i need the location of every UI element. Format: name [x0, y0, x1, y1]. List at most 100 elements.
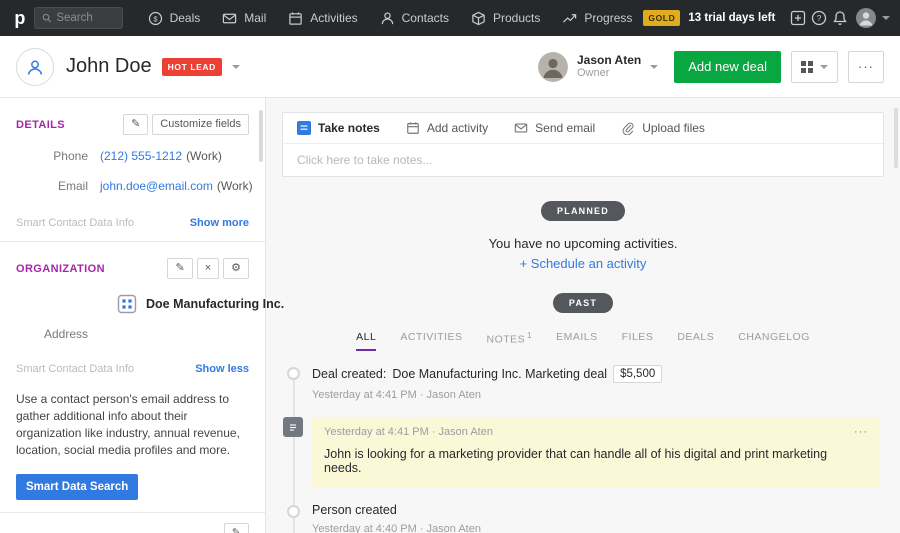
tab-add-activity[interactable]: Add activity	[406, 121, 488, 135]
layout-switcher-button[interactable]	[791, 50, 838, 83]
chevron-down-icon	[650, 64, 659, 69]
nav-products[interactable]: Products	[460, 0, 551, 36]
nav-progress[interactable]: Progress	[551, 0, 643, 36]
paperclip-icon	[622, 122, 634, 135]
timeline-item-note: Yesterday at 4:41 PM · Jason Aten ··· Jo…	[276, 416, 880, 487]
smart-contact-data-info: Smart Contact Data Info	[16, 363, 134, 376]
contact-sidebar: DETAILS ✎ Customize fields Phone (212) 5…	[0, 98, 284, 533]
note-body: John is looking for a marketing provider…	[324, 446, 828, 475]
organization-name-link[interactable]: Doe Manufacturing Inc.	[146, 297, 284, 311]
unlink-organization-button[interactable]: ×	[196, 258, 220, 280]
tab-upload-files[interactable]: Upload files	[621, 121, 705, 135]
owner-selector[interactable]: Jason Aten Owner	[537, 51, 659, 82]
phone-field-row: Phone (212) 555-1212 (Work)	[16, 147, 249, 165]
timeline-item-person-created: Person created Yesterday at 4:40 PM · Ja…	[276, 503, 880, 533]
notifications-button[interactable]	[830, 0, 851, 36]
timeline-marker	[287, 366, 300, 380]
tab-take-notes[interactable]: Take notes	[297, 121, 380, 135]
mail-icon	[514, 123, 528, 133]
edit-section-button[interactable]: ✎	[223, 522, 249, 533]
filter-changelog[interactable]: CHANGELOG	[738, 331, 810, 351]
details-section-title: DETAILS	[16, 118, 66, 131]
help-button[interactable]: ?	[809, 0, 830, 36]
mail-icon	[223, 13, 237, 23]
calendar-icon	[289, 11, 303, 25]
hot-lead-badge[interactable]: HOT LEAD	[161, 57, 222, 76]
nav-products-label: Products	[492, 11, 541, 25]
search-icon	[42, 13, 51, 23]
address-label: Address	[43, 327, 88, 342]
contact-avatar[interactable]	[16, 47, 54, 86]
deal-title-link[interactable]: Doe Manufacturing Inc. Marketing deal	[392, 367, 607, 381]
email-field-row: Email john.doe@email.com (Work)	[16, 177, 253, 195]
nav-activities[interactable]: Activities	[277, 0, 368, 36]
add-new-deal-button[interactable]: Add new deal	[674, 50, 781, 83]
phone-value-link[interactable]: (212) 555-1212	[100, 149, 182, 163]
filter-deals[interactable]: DEALS	[677, 331, 714, 351]
quick-add-button[interactable]	[787, 0, 808, 36]
filter-all[interactable]: ALL	[356, 331, 377, 351]
action-toolbar: Take notes Add activity Send email Uploa…	[282, 112, 884, 177]
show-more-link[interactable]: Show more	[190, 217, 249, 229]
customize-fields-button[interactable]: Customize fields	[152, 114, 249, 136]
filter-notes[interactable]: NOTES 1	[487, 331, 533, 351]
filter-activities[interactable]: ACTIVITIES	[400, 331, 462, 351]
edit-organization-button[interactable]: ✎	[167, 258, 193, 280]
owner-photo-icon	[537, 51, 568, 82]
nav-contacts-label: Contacts	[401, 11, 449, 25]
page-title: John Doe	[66, 55, 152, 77]
user-menu[interactable]	[855, 7, 891, 29]
sidebar-scrollbar[interactable]	[259, 110, 263, 162]
nav-deals[interactable]: $ Deals	[137, 0, 212, 36]
question-icon: ?	[812, 10, 827, 26]
phone-label: Phone	[53, 149, 88, 164]
trial-countdown: 13 trial days left	[688, 12, 776, 24]
nav-deals-label: Deals	[169, 11, 201, 25]
trend-icon	[563, 13, 577, 23]
user-avatar-icon	[856, 8, 877, 28]
contact-person-icon	[27, 60, 43, 75]
more-actions-button[interactable]: ···	[848, 50, 884, 83]
bell-icon	[833, 11, 848, 26]
email-label: Email	[57, 179, 88, 194]
nav-mail[interactable]: Mail	[211, 0, 277, 36]
deal-value-chip: $5,500	[613, 364, 663, 383]
nav-mail-label: Mail	[244, 11, 267, 25]
organization-row: Doe Manufacturing Inc.	[116, 293, 284, 315]
timeline: Deal created: Doe Manufacturing Inc. Mar…	[276, 364, 880, 533]
nav-progress-label: Progress	[584, 11, 633, 25]
notes-input[interactable]: Click here to take notes...	[283, 144, 883, 176]
filter-emails[interactable]: EMAILS	[556, 331, 598, 351]
search-input[interactable]	[56, 12, 115, 24]
email-value-link[interactable]: john.doe@email.com	[100, 179, 213, 193]
organization-settings-button[interactable]: ⚙	[223, 258, 249, 280]
body-area: DETAILS ✎ Customize fields Phone (212) 5…	[0, 98, 900, 533]
tab-add-activity-label: Add activity	[426, 121, 489, 135]
organization-section: ORGANIZATION ✎ × ⚙ Doe Manufacturing Inc…	[0, 242, 284, 511]
main-scrollbar[interactable]	[894, 108, 898, 168]
filter-files[interactable]: FILES	[622, 331, 654, 351]
schedule-activity-link[interactable]: + Schedule an activity	[266, 256, 900, 271]
show-less-link[interactable]: Show less	[195, 363, 249, 375]
search-box[interactable]	[33, 7, 123, 29]
nav-contacts[interactable]: Contacts	[369, 0, 460, 36]
deal-created-meta: Yesterday at 4:41 PM · Jason Aten	[312, 388, 481, 401]
smart-data-search-button[interactable]: Smart Data Search	[16, 473, 139, 500]
activity-main: Take notes Add activity Send email Uploa…	[266, 98, 900, 533]
tab-upload-files-label: Upload files	[642, 121, 705, 135]
timeline-item-deal-created: Deal created: Doe Manufacturing Inc. Mar…	[276, 364, 880, 401]
note-more-button[interactable]: ···	[854, 426, 868, 438]
timeline-marker	[287, 504, 300, 518]
tab-send-email[interactable]: Send email	[514, 121, 595, 135]
edit-details-button[interactable]: ✎	[123, 114, 149, 136]
chevron-down-icon[interactable]	[231, 64, 240, 69]
svg-text:?: ?	[817, 13, 822, 23]
email-type: (Work)	[216, 179, 253, 194]
pipedrive-logo[interactable]: p	[10, 5, 30, 31]
note-icon	[297, 121, 311, 135]
past-badge: PAST	[552, 293, 614, 313]
calendar-icon	[406, 122, 419, 134]
planned-badge: PLANNED	[541, 201, 625, 221]
building-icon	[117, 295, 137, 314]
note-card[interactable]: Yesterday at 4:41 PM · Jason Aten ··· Jo…	[312, 416, 880, 487]
